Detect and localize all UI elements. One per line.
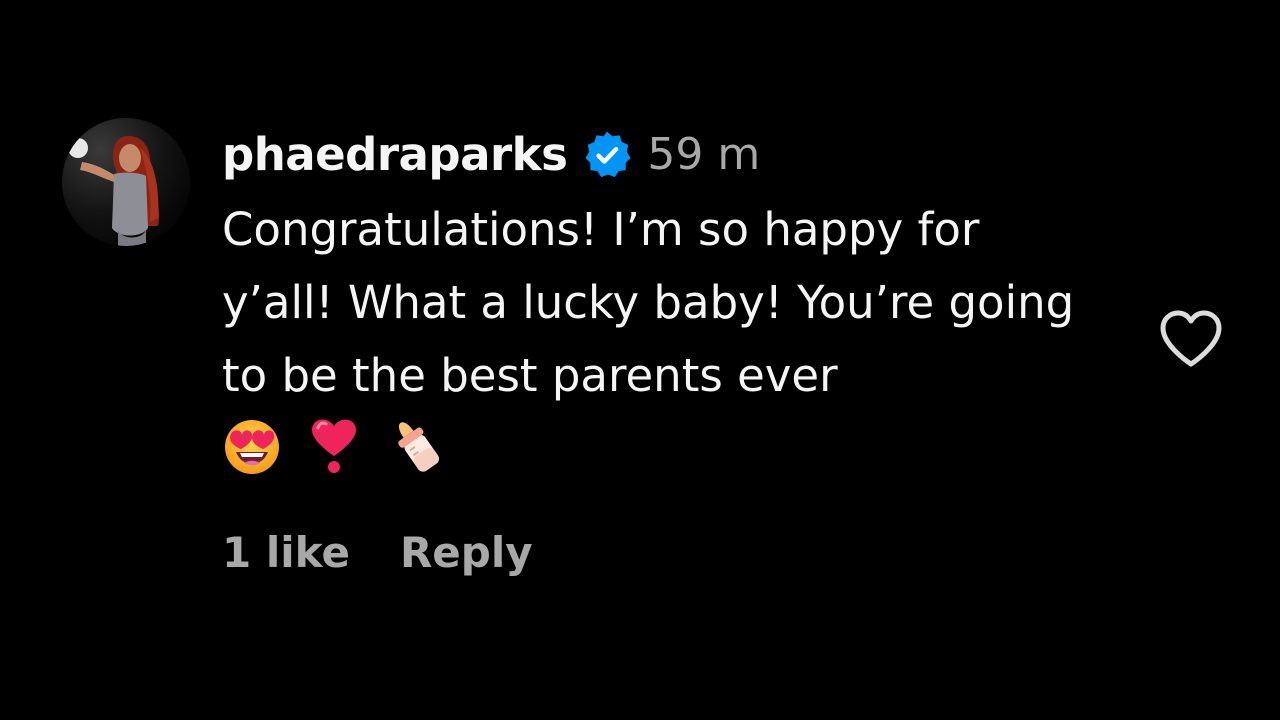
likes-count-button[interactable]: 1 like xyxy=(222,528,350,577)
comment-header: phaedraparks 59 m xyxy=(222,124,1122,186)
heart-eyes-emoji-icon xyxy=(222,414,282,476)
heart-exclamation-emoji-icon xyxy=(304,414,364,476)
emoji-row xyxy=(222,410,1122,480)
avatar-photo xyxy=(62,118,190,246)
like-button[interactable] xyxy=(1158,308,1224,370)
username-link[interactable]: phaedraparks xyxy=(222,124,568,186)
comment-text: Congratulations! I’m so happy for y’all!… xyxy=(222,203,1075,402)
comment: phaedraparks 59 m Congratulations! I’m s… xyxy=(0,0,1280,720)
comment-body: phaedraparks 59 m Congratulations! I’m s… xyxy=(222,124,1122,582)
verified-badge-icon xyxy=(581,129,633,181)
avatar[interactable] xyxy=(62,118,190,246)
timestamp: 59 m xyxy=(647,129,761,180)
reply-button[interactable]: Reply xyxy=(400,528,533,577)
baby-bottle-emoji-icon xyxy=(386,414,446,476)
comment-actions: 1 like Reply xyxy=(222,522,1122,582)
heart-outline-icon xyxy=(1160,310,1222,367)
